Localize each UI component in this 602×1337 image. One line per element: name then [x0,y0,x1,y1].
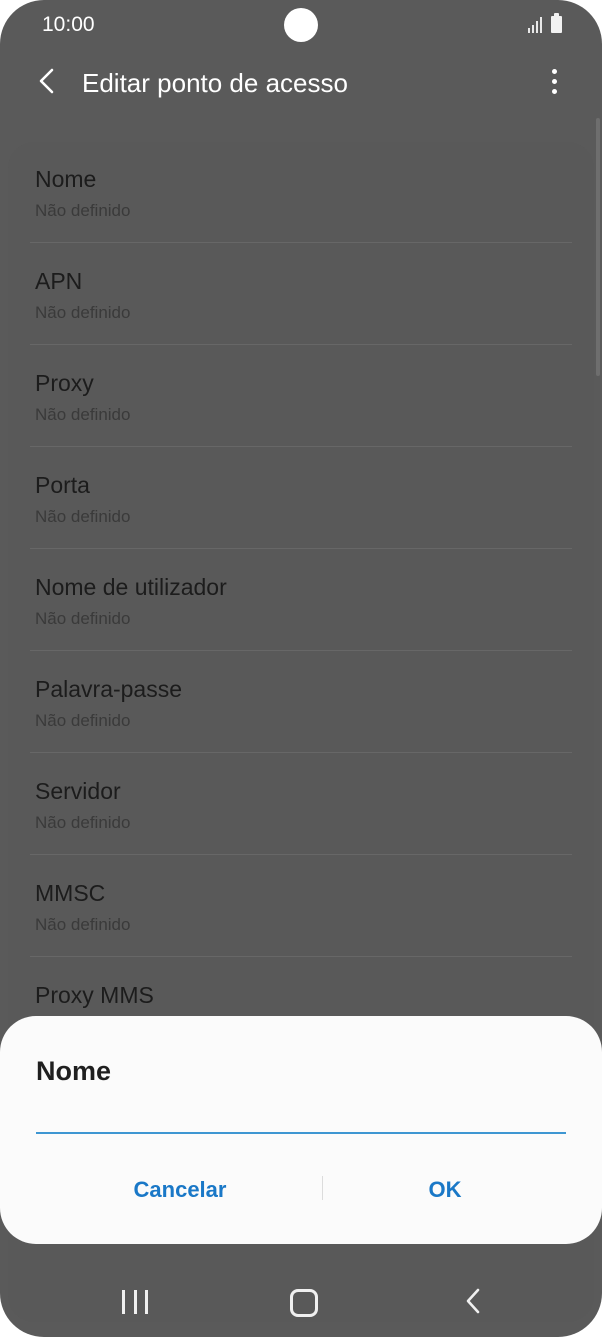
status-icons [528,13,562,33]
setting-title: Nome de utilizador [35,574,227,600]
row-divider [30,752,572,753]
back-button[interactable] [30,64,64,98]
setting-title: MMSC [35,880,106,906]
setting-value: Não definido [35,915,131,934]
setting-value: Não definido [35,609,131,628]
setting-row-nome-de-utilizador[interactable]: Nome de utilizador Não definido [8,550,594,651]
dialog-title: Nome [36,1056,112,1086]
more-vertical-icon [551,68,557,74]
setting-value: Não definido [35,813,131,832]
row-divider [30,854,572,855]
setting-value: Não definido [35,303,131,322]
back-arrow-icon [39,68,54,94]
row-divider [30,344,572,345]
setting-row-porta[interactable]: Porta Não definido [8,448,594,549]
setting-value: Não definido [35,507,131,526]
edit-name-dialog: Nome Cancelar OK [0,1016,602,1244]
nav-back-icon[interactable] [460,1286,488,1316]
setting-title: Nome [35,166,97,192]
home-icon[interactable] [290,1289,318,1317]
setting-title: Palavra-passe [35,676,183,702]
row-divider [30,446,572,447]
setting-value: Não definido [35,201,131,220]
more-options-button[interactable] [540,64,568,98]
phone-screen: 10:00 Editar ponto de acesso Nome Não de… [0,0,602,1337]
setting-title: APN [35,268,83,294]
setting-row-palavra-passe[interactable]: Palavra-passe Não definido [8,652,594,753]
setting-row-servidor[interactable]: Servidor Não definido [8,754,594,855]
front-camera-cutout [284,8,318,42]
setting-value: Não definido [35,711,131,730]
row-divider [30,956,572,957]
status-bar: 10:00 [0,0,602,52]
battery-icon [551,13,562,33]
recent-apps-icon[interactable] [122,1290,148,1314]
navigation-bar [0,1262,602,1337]
scrollbar[interactable] [596,118,600,376]
setting-row-apn[interactable]: APN Não definido [8,244,594,345]
setting-title: Proxy MMS [35,982,154,1008]
setting-row-nome[interactable]: Nome Não definido [8,142,594,243]
cancel-button[interactable]: Cancelar [70,1170,290,1210]
setting-row-proxy[interactable]: Proxy Não definido [8,346,594,447]
row-divider [30,650,572,651]
signal-icon [528,17,542,33]
setting-title: Servidor [35,778,121,804]
setting-row-mmsc[interactable]: MMSC Não definido [8,856,594,957]
status-time: 10:00 [42,13,95,36]
button-divider [322,1176,323,1200]
app-bar: Editar ponto de acesso [0,52,602,116]
row-divider [30,242,572,243]
setting-title: Proxy [35,370,94,396]
row-divider [30,548,572,549]
name-input[interactable] [36,1102,566,1134]
page-title: Editar ponto de acesso [82,68,348,98]
ok-button[interactable]: OK [335,1170,555,1210]
setting-title: Porta [35,472,90,498]
setting-value: Não definido [35,405,131,424]
